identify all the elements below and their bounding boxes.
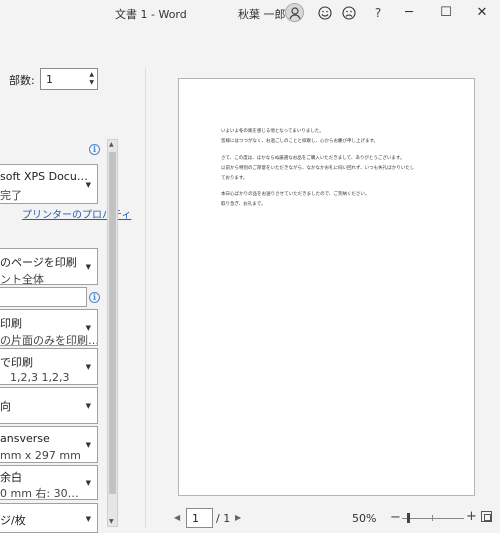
copies-value: 1: [46, 73, 53, 86]
page-number-value: 1: [192, 512, 199, 525]
next-page-icon[interactable]: ▶: [235, 513, 241, 522]
collate-subtitle: 1,2,3 1,2,3: [10, 371, 70, 384]
chevron-down-icon: ▼: [85, 402, 91, 410]
zoom-in-icon[interactable]: +: [466, 509, 477, 524]
user-name[interactable]: 秋葉 一郎: [238, 6, 286, 22]
zoom-level[interactable]: 50%: [352, 512, 376, 525]
avatar-icon[interactable]: [285, 3, 304, 22]
fit-to-window-icon[interactable]: [481, 511, 492, 522]
zoom-slider-knob[interactable]: [407, 513, 410, 523]
panel-divider: [145, 68, 146, 528]
collate-dropdown[interactable]: で印刷 1,2,3 1,2,3 ▼: [0, 348, 98, 385]
maximize-button[interactable]: ☐: [430, 0, 462, 24]
scroll-down-icon[interactable]: ▼: [109, 518, 114, 525]
printer-status: 完了: [0, 189, 22, 202]
chevron-down-icon: ▼: [85, 363, 91, 371]
pages-input[interactable]: [0, 287, 87, 307]
chevron-down-icon: ▼: [85, 263, 91, 271]
preview-line: さて、この度は、ほかならぬ厳選なお品をご購入いただきまして、ありがとうございます…: [221, 156, 405, 161]
orientation-dropdown[interactable]: 向 ▼: [0, 387, 98, 424]
scroll-up-icon[interactable]: ▲: [109, 141, 114, 148]
frown-feedback-icon[interactable]: [340, 3, 358, 22]
settings-scrollbar[interactable]: ▲ ▼: [107, 139, 118, 527]
pages-info-icon[interactable]: i: [89, 292, 100, 303]
window-title: 文書 1 - Word: [115, 8, 187, 21]
margins-dropdown[interactable]: 余白 0 mm 右: 30… ▼: [0, 465, 98, 500]
chevron-down-icon: ▼: [85, 515, 91, 523]
spin-up-icon[interactable]: ▲: [89, 72, 94, 78]
zoom-slider-center-tick: [432, 515, 433, 521]
zoom-out-icon[interactable]: −: [390, 510, 401, 525]
copies-stepper[interactable]: 1 ▲ ▼: [40, 68, 98, 90]
help-icon[interactable]: ?: [370, 3, 386, 22]
preview-line: いよいよ冬の風を感じる頃となってまいりました。: [221, 129, 324, 134]
paper-size-dropdown[interactable]: ansverse mm x 297 mm ▼: [0, 426, 98, 463]
preview-line: 皆様にはつつがなく、お過ごしのことと拝察し、心からお慶び申し上げます。: [221, 139, 379, 144]
zoom-slider[interactable]: [402, 513, 464, 523]
margins-subtitle: 0 mm 右: 30…: [0, 487, 79, 500]
printer-name: soft XPS Docu…: [0, 170, 88, 183]
spin-down-icon[interactable]: ▼: [89, 80, 94, 86]
copies-label: 部数:: [9, 74, 35, 87]
preview-line: 本日心ばかりの品をお送りさせていただきましたので、ご笑納ください。: [221, 192, 370, 197]
collate-title: で印刷: [0, 356, 33, 369]
chevron-down-icon: ▼: [85, 181, 91, 189]
minimize-button[interactable]: ─: [393, 0, 425, 24]
paper-size-title: ansverse: [0, 432, 50, 445]
chevron-down-icon: ▼: [85, 324, 91, 332]
previous-page-icon[interactable]: ◀: [174, 513, 180, 522]
paper-size-subtitle: mm x 297 mm: [0, 449, 81, 462]
preview-line: 取り急ぎ、お礼まで。: [221, 202, 266, 207]
sides-title: 印刷: [0, 317, 22, 330]
print-range-dropdown[interactable]: のページを印刷 ント全体 ▼: [0, 248, 98, 285]
page-number-input[interactable]: 1: [186, 508, 213, 528]
pages-per-sheet-dropdown[interactable]: ジ/枚 ▼: [0, 503, 98, 533]
print-range-title: のページを印刷: [0, 256, 77, 269]
chevron-down-icon: ▼: [85, 479, 91, 487]
close-button[interactable]: ✕: [466, 0, 498, 24]
orientation-title: 向: [0, 400, 11, 413]
printer-info-icon[interactable]: i: [89, 144, 100, 155]
printer-dropdown[interactable]: soft XPS Docu… 完了 ▼: [0, 164, 98, 204]
pages-per-sheet-title: ジ/枚: [0, 514, 26, 527]
sides-dropdown[interactable]: 印刷 の片面のみを印刷… ▼: [0, 309, 98, 346]
print-preview-page: いよいよ冬の風を感じる頃となってまいりました。 皆様にはつつがなく、お過ごしのこ…: [178, 78, 475, 496]
print-range-subtitle: ント全体: [0, 273, 44, 285]
sides-subtitle: の片面のみを印刷…: [0, 334, 98, 346]
smile-feedback-icon[interactable]: [316, 3, 334, 22]
title-bar: 文書 1 - Word 秋葉 一郎 ? ─ ☐ ✕: [0, 0, 500, 26]
margins-title: 余白: [0, 471, 22, 484]
page-total: / 1: [216, 512, 231, 525]
scrollbar-thumb[interactable]: [109, 152, 116, 494]
chevron-down-icon: ▼: [85, 441, 91, 449]
preview-line: ております。: [221, 176, 248, 181]
preview-line: 以前から特別のご厚意をいただきながら、なかなかお礼に伺い回れず、いつも失礼ばかり…: [221, 166, 415, 171]
